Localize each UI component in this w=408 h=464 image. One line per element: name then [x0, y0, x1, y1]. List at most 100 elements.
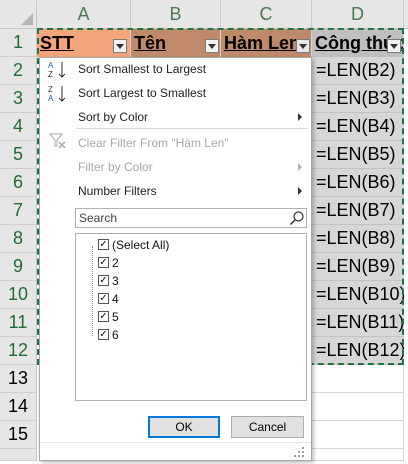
menu-sort-ascending-label: Sort Smallest to Largest [78, 62, 207, 76]
svg-text:Z: Z [48, 85, 53, 94]
filter-value-checkbox[interactable]: ✓ [98, 329, 109, 340]
header-ham-len-text: Hàm Len [224, 32, 301, 53]
row-header-label: 12 [7, 340, 29, 360]
filter-dropdown-a[interactable] [113, 39, 127, 53]
menu-separator [76, 128, 308, 129]
row-header-label: 15 [7, 424, 29, 444]
menu-filter-by-color[interactable]: Filter by Color [78, 160, 153, 174]
formula-cell-d5[interactable]: =LEN(B5) [312, 141, 404, 169]
filter-value-label: 6 [112, 328, 119, 342]
row-header-7[interactable]: 7 [0, 197, 37, 225]
formula-cell-d11[interactable]: =LEN(B11) [312, 309, 404, 337]
formula-text: =LEN(B4) [316, 116, 396, 136]
sort-ascending-icon: A Z [48, 61, 66, 79]
menu-sort-ascending[interactable]: Sort Smallest to Largest [78, 62, 206, 76]
tree-connector [92, 246, 93, 336]
filter-dropdown-d[interactable] [387, 39, 401, 53]
select-all-corner[interactable] [0, 0, 37, 29]
formula-text: =LEN(B11) [316, 312, 404, 332]
formula-cell-d8[interactable]: =LEN(B8) [312, 225, 404, 253]
resize-grip-icon[interactable] [292, 446, 306, 458]
search-icon [289, 211, 304, 226]
formula-text: =LEN(B6) [316, 172, 396, 192]
row-header-4[interactable]: 4 [0, 113, 37, 141]
column-header-a[interactable]: A [37, 0, 131, 29]
menu-number-filters-label: Number Filters [78, 184, 157, 198]
filter-value-checkbox[interactable]: ✓ [98, 311, 109, 322]
row-header-label: 4 [12, 116, 23, 136]
row-header-label: 10 [7, 284, 29, 304]
row-header-15[interactable]: 15 [0, 421, 37, 449]
row-header-3[interactable]: 3 [0, 85, 37, 113]
clear-filter-icon [49, 133, 66, 149]
row-header-label: 9 [12, 256, 23, 276]
menu-sort-descending[interactable]: Sort Largest to Smallest [78, 86, 206, 100]
filter-search-placeholder: Search [79, 211, 118, 225]
row-header-10[interactable]: 10 [0, 281, 37, 309]
column-header-d[interactable]: D [312, 0, 404, 29]
svg-text:Z: Z [48, 70, 53, 79]
formula-cell-d12[interactable]: =LEN(B12) [312, 337, 404, 365]
column-header-c[interactable]: C [221, 0, 312, 29]
submenu-arrow-icon [298, 187, 302, 195]
filter-value-checkbox[interactable]: ✓ [98, 257, 109, 268]
menu-sort-descending-label: Sort Largest to Smallest [78, 86, 207, 100]
filter-search-input[interactable]: Search [75, 208, 307, 228]
row-header-label: 6 [12, 172, 23, 192]
menu-sort-by-color[interactable]: Sort by Color [78, 110, 148, 124]
grid-cell[interactable] [312, 449, 404, 461]
formula-cell-d4[interactable]: =LEN(B4) [312, 113, 404, 141]
row-header-5[interactable]: 5 [0, 141, 37, 169]
filter-dropdown-b[interactable] [205, 39, 219, 53]
row-header-2[interactable]: 2 [0, 57, 37, 85]
formula-text: =LEN(B7) [316, 200, 396, 220]
submenu-arrow-icon [298, 113, 302, 121]
menu-filter-by-color-label: Filter by Color [78, 160, 153, 174]
formula-text: =LEN(B5) [316, 144, 396, 164]
cancel-button[interactable]: Cancel [231, 416, 304, 438]
ok-button-label: OK [175, 420, 193, 434]
select-all-checkbox[interactable]: ✓ [98, 239, 109, 250]
menu-number-filters[interactable]: Number Filters [78, 184, 157, 198]
formula-text: =LEN(B10) [316, 284, 404, 304]
row-header-1[interactable]: 1 [0, 29, 37, 57]
formula-text: =LEN(B3) [316, 88, 396, 108]
formula-cell-d7[interactable]: =LEN(B7) [312, 197, 404, 225]
row-header-11[interactable]: 11 [0, 309, 37, 337]
formula-cell-d9[interactable]: =LEN(B9) [312, 253, 404, 281]
column-header-overflow [404, 0, 408, 29]
filter-value-label: (Select All) [112, 238, 170, 252]
filter-value-label: 5 [112, 310, 119, 324]
row-header-14[interactable]: 14 [0, 393, 37, 421]
menu-clear-filter[interactable]: Clear Filter From "Hàm Len" [78, 136, 229, 150]
formula-text: =LEN(B2) [316, 60, 396, 80]
row-header-9[interactable]: 9 [0, 253, 37, 281]
filter-value-checkbox[interactable]: ✓ [98, 293, 109, 304]
formula-cell-d10[interactable]: =LEN(B10) [312, 281, 404, 309]
filter-values-list: ✓ (Select All) ✓ 2 ✓ 3 ✓ 4 ✓ 5 ✓ 6 [75, 233, 307, 401]
column-header-b[interactable]: B [131, 0, 221, 29]
ok-button[interactable]: OK [148, 416, 220, 438]
column-header-c-label: C [259, 3, 273, 24]
row-header-label: 1 [12, 32, 23, 52]
grid-cell[interactable] [312, 393, 404, 421]
row-header-label: 13 [7, 368, 29, 388]
formula-cell-d6[interactable]: =LEN(B6) [312, 169, 404, 197]
grid-cell[interactable] [312, 365, 404, 393]
row-header-label: 14 [7, 396, 29, 416]
formula-cell-d3[interactable]: =LEN(B3) [312, 85, 404, 113]
filter-dropdown-c[interactable] [296, 39, 310, 53]
row-header-6[interactable]: 6 [0, 169, 37, 197]
column-header-d-label: D [351, 3, 364, 24]
header-stt-text: STT [40, 32, 74, 53]
menu-clear-filter-label: Clear Filter From "Hàm Len" [78, 136, 229, 150]
filter-value-checkbox[interactable]: ✓ [98, 275, 109, 286]
row-header-label: 5 [12, 144, 23, 164]
grid-cell[interactable] [312, 421, 404, 449]
menu-resize-separator [41, 442, 311, 443]
row-header-8[interactable]: 8 [0, 225, 37, 253]
row-header-12[interactable]: 12 [0, 337, 37, 365]
row-header-13[interactable]: 13 [0, 365, 37, 393]
column-header-b-label: B [169, 3, 182, 24]
formula-cell-d2[interactable]: =LEN(B2) [312, 57, 404, 85]
